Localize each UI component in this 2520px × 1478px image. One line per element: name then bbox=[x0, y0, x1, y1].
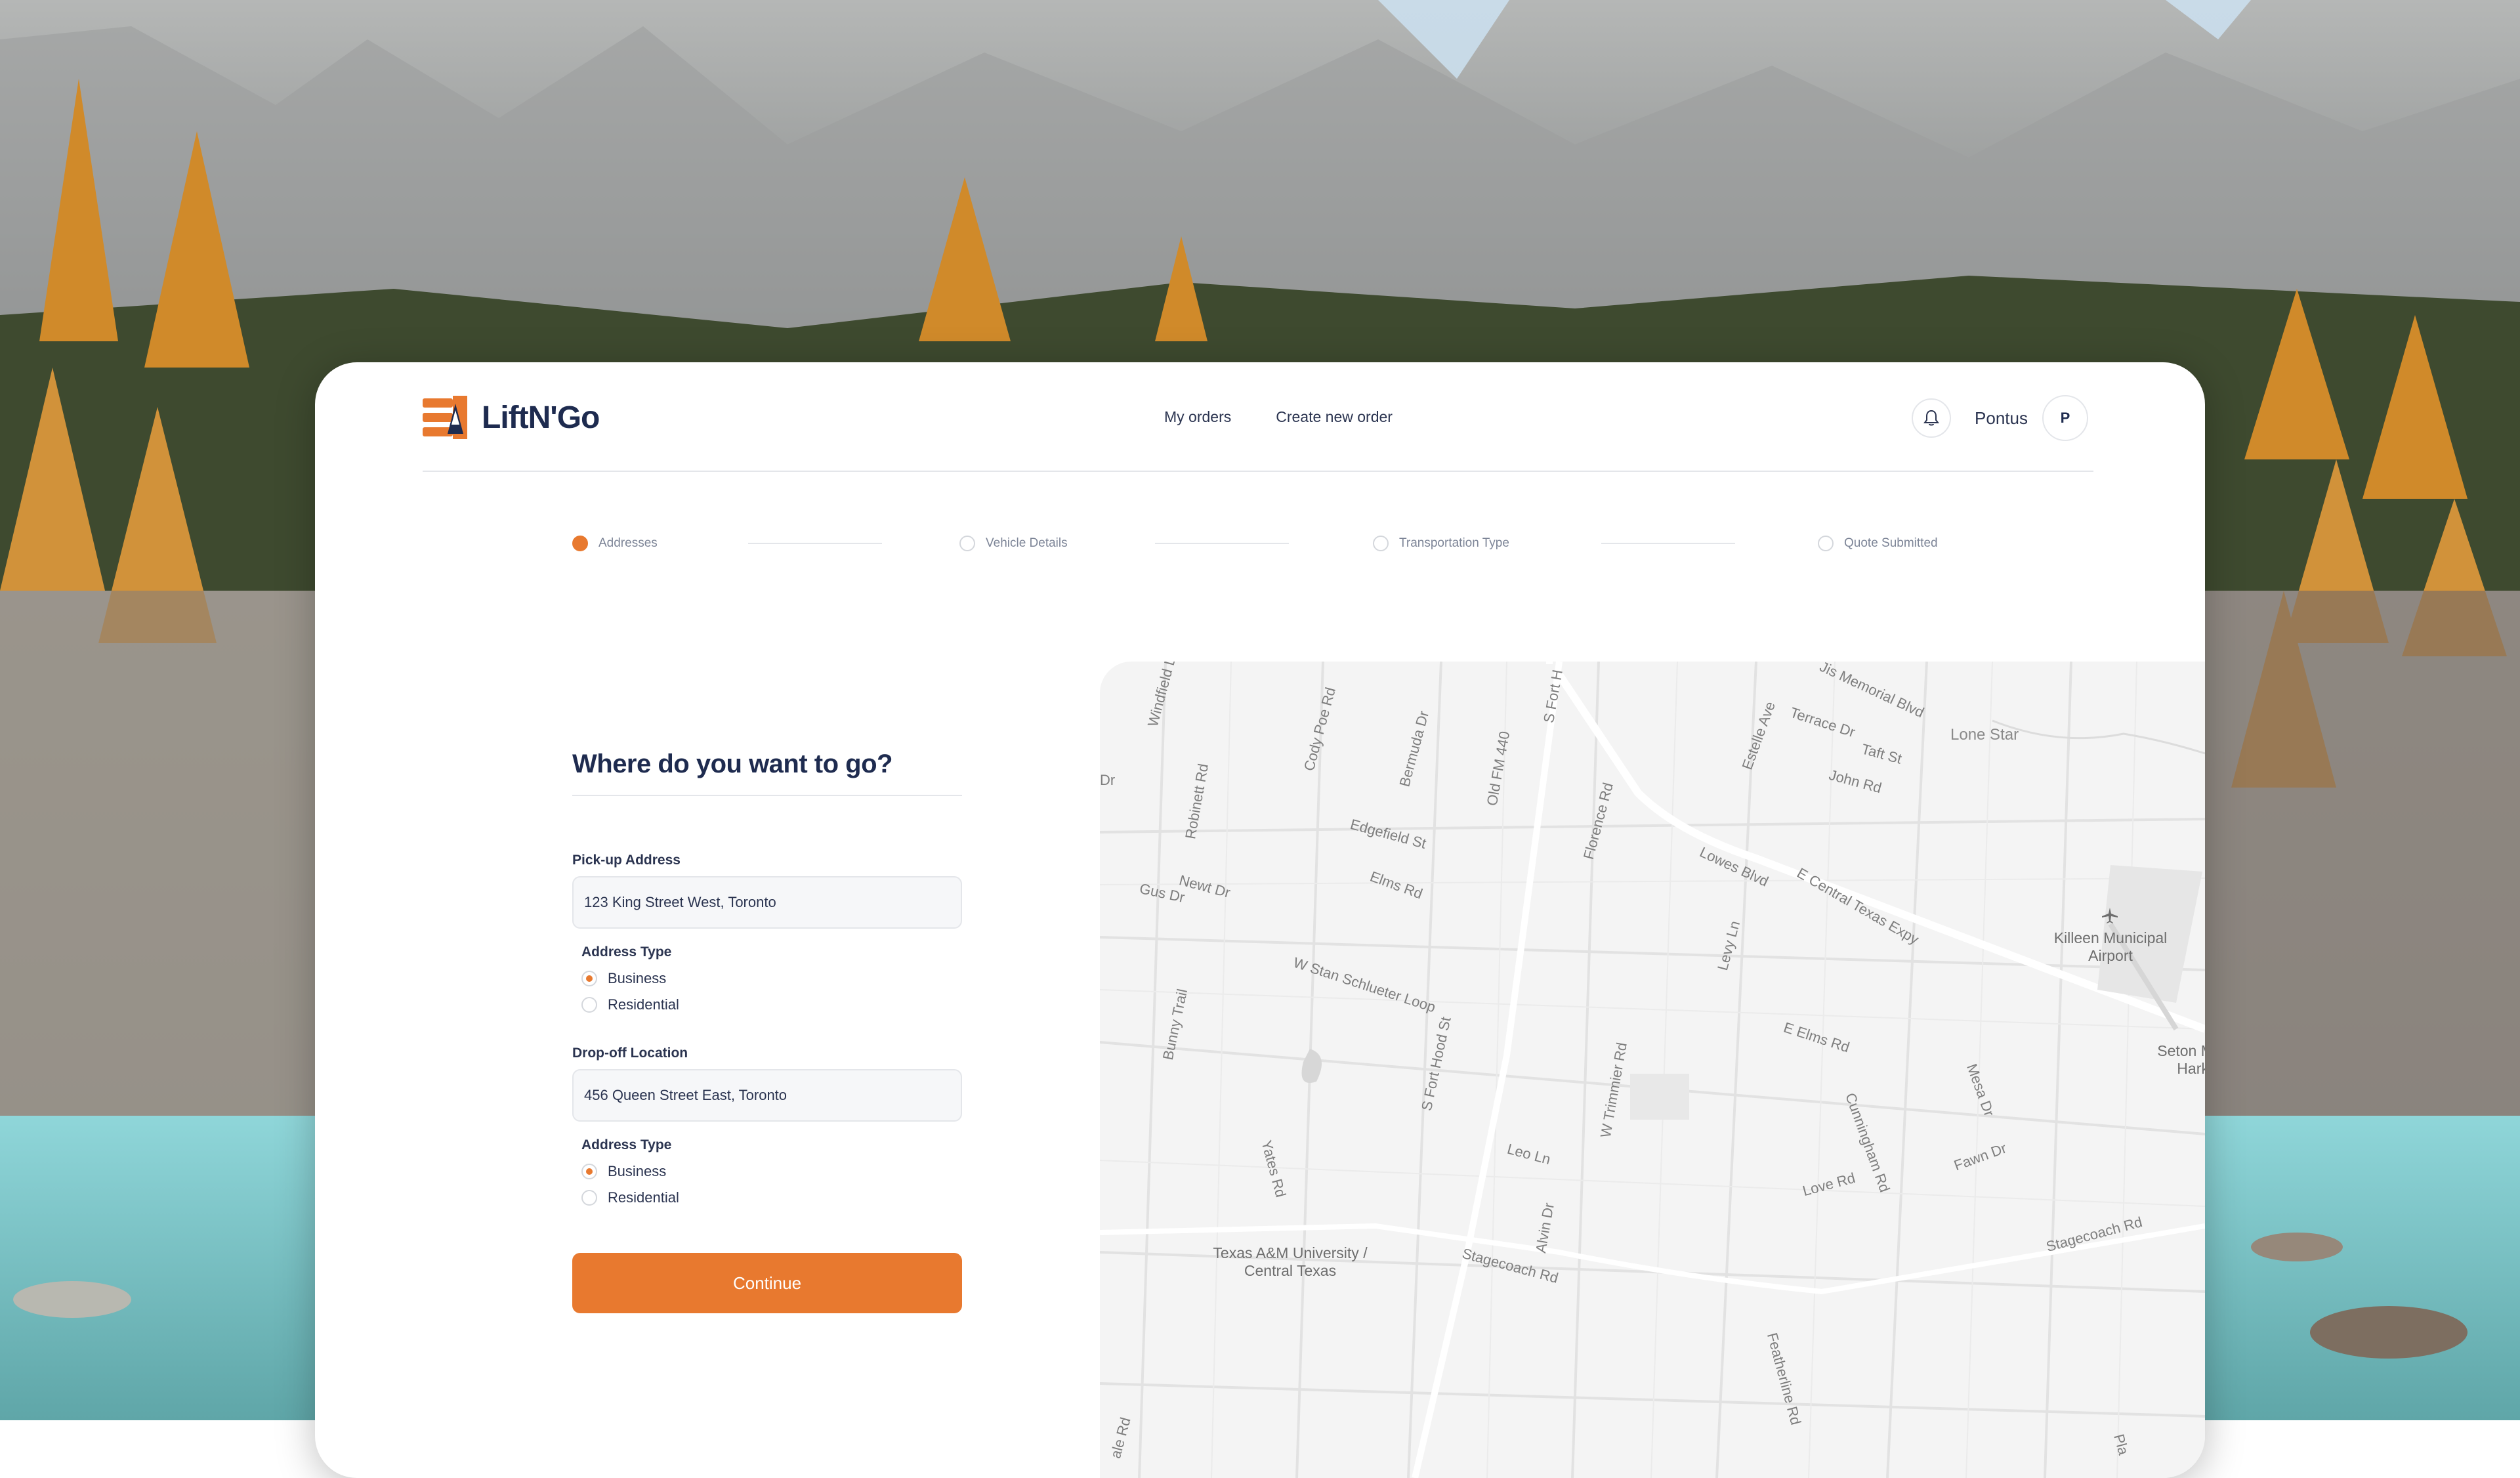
medical-center-label[interactable]: Seton Medical Cente Harker Heights bbox=[2149, 1042, 2205, 1078]
map-roads bbox=[1100, 662, 2205, 1478]
main-nav: My orders Create new order bbox=[1164, 408, 1393, 426]
nav-create-order[interactable]: Create new order bbox=[1276, 408, 1393, 426]
dropoff-label: Drop-off Location bbox=[572, 1045, 688, 1061]
brand-name: LiftN'Go bbox=[482, 400, 600, 435]
street-label: Dr bbox=[1100, 772, 1116, 788]
bell-icon bbox=[1923, 410, 1940, 426]
radio-checked[interactable] bbox=[581, 971, 597, 986]
dropoff-address-input[interactable] bbox=[572, 1069, 962, 1122]
pickup-address-type: Address Type Business Residential bbox=[581, 944, 962, 1018]
radio-label: Business bbox=[608, 1163, 667, 1179]
step-dot bbox=[1373, 536, 1389, 551]
radio-label: Residential bbox=[608, 996, 679, 1013]
step-connector bbox=[748, 543, 882, 544]
radio-unchecked[interactable] bbox=[581, 1190, 597, 1206]
user-area: Pontus P bbox=[1912, 395, 2088, 441]
step-label: Addresses bbox=[598, 536, 658, 550]
address-type-label: Address Type bbox=[581, 944, 672, 960]
airport-icon bbox=[2102, 908, 2118, 923]
map-view[interactable]: Windfield Dr Cody Poe Rd Bermuda Dr Old … bbox=[1100, 662, 2205, 1478]
radio-unchecked[interactable] bbox=[581, 997, 597, 1013]
step-connector bbox=[1155, 543, 1289, 544]
avatar[interactable]: P bbox=[2042, 395, 2088, 441]
dropoff-option-residential[interactable]: Residential bbox=[581, 1185, 962, 1211]
airport-label[interactable]: Killeen Municipal Airport bbox=[2045, 929, 2176, 965]
dropoff-option-business[interactable]: Business bbox=[581, 1158, 962, 1185]
address-form: Where do you want to go? Pick-up Address… bbox=[572, 750, 962, 1313]
step-label: Quote Submitted bbox=[1844, 536, 1938, 550]
notifications-button[interactable] bbox=[1912, 398, 1952, 438]
step-label: Vehicle Details bbox=[986, 536, 1068, 550]
step-vehicle-details[interactable]: Vehicle Details bbox=[959, 536, 1068, 551]
step-connector bbox=[1601, 543, 1735, 544]
radio-checked[interactable] bbox=[581, 1164, 597, 1179]
form-title: Where do you want to go? bbox=[572, 750, 962, 796]
brand-logo[interactable]: LiftN'Go bbox=[423, 394, 600, 441]
step-label: Transportation Type bbox=[1399, 536, 1509, 550]
address-type-label: Address Type bbox=[581, 1137, 672, 1152]
main-card: LiftN'Go My orders Create new order Pont… bbox=[315, 362, 2205, 1478]
step-dot bbox=[959, 536, 975, 551]
step-quote-submitted[interactable]: Quote Submitted bbox=[1818, 536, 1938, 551]
university-label[interactable]: Texas A&M University / Central Texas bbox=[1205, 1244, 1376, 1280]
pickup-label: Pick-up Address bbox=[572, 853, 681, 868]
pickup-option-business[interactable]: Business bbox=[581, 965, 962, 992]
step-dot-active bbox=[572, 536, 588, 551]
step-addresses[interactable]: Addresses bbox=[572, 536, 658, 551]
radio-label: Business bbox=[608, 970, 667, 986]
radio-label: Residential bbox=[608, 1189, 679, 1206]
top-header: LiftN'Go My orders Create new order Pont… bbox=[423, 362, 2093, 472]
user-name: Pontus bbox=[1975, 408, 2028, 428]
pickup-address-input[interactable] bbox=[572, 876, 962, 929]
area-label: Lone Star bbox=[1950, 726, 2019, 744]
dropoff-address-type: Address Type Business Residential bbox=[581, 1137, 962, 1211]
step-transportation-type[interactable]: Transportation Type bbox=[1373, 536, 1509, 551]
progress-stepper: Addresses Vehicle Details Transportation… bbox=[572, 536, 1950, 575]
continue-button[interactable]: Continue bbox=[572, 1253, 962, 1313]
step-dot bbox=[1818, 536, 1834, 551]
nav-my-orders[interactable]: My orders bbox=[1164, 408, 1231, 426]
pickup-option-residential[interactable]: Residential bbox=[581, 992, 962, 1018]
logo-mark-icon bbox=[423, 396, 467, 439]
